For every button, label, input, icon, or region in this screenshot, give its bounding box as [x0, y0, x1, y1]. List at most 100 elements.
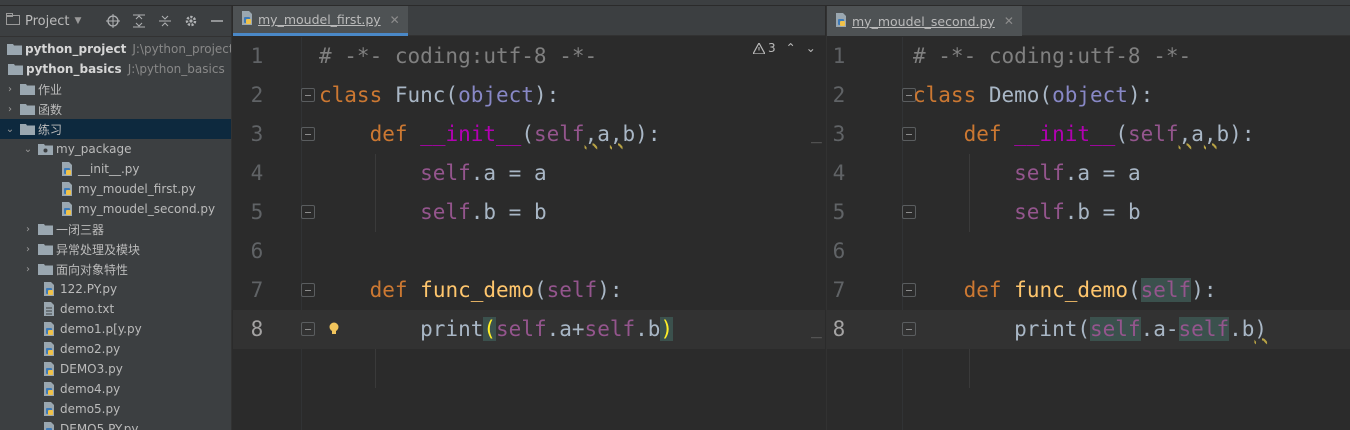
- python-file-icon: [41, 361, 57, 377]
- tree-item-init-py[interactable]: __init__.py: [0, 159, 231, 179]
- chevron-down-icon[interactable]: ⌄: [22, 144, 34, 155]
- python-file-icon: [59, 201, 75, 217]
- code-line: 5 self.b = b: [233, 193, 825, 232]
- code-line: 1 # -*- coding:utf-8 -*-: [827, 37, 1350, 76]
- code-line: 6: [233, 232, 825, 271]
- indent-guide: [375, 154, 376, 232]
- chevron-down-icon: ▼: [74, 16, 82, 26]
- tree-item-yichang[interactable]: › 异常处理及模块: [0, 239, 231, 259]
- project-tree: python_project J:\python_project python_…: [0, 37, 231, 430]
- chevron-down-icon[interactable]: ⌄: [806, 41, 816, 55]
- fold-icon[interactable]: [301, 283, 315, 297]
- line-number: 7: [250, 278, 264, 302]
- tree-item-demo4[interactable]: demo4.py: [0, 379, 231, 399]
- folder-icon: [19, 81, 35, 97]
- tree-item-demo2[interactable]: demo2.py: [0, 339, 231, 359]
- tab-my-moudel-second[interactable]: my_moudel_second.py ✕: [827, 6, 1022, 36]
- tree-item-demo-txt[interactable]: demo.txt: [0, 299, 231, 319]
- tree-item-hanshu[interactable]: › 函数: [0, 99, 231, 119]
- settings-icon[interactable]: [183, 13, 199, 29]
- chevron-right-icon[interactable]: ›: [4, 104, 16, 115]
- tree-item-python-project[interactable]: python_project J:\python_project: [0, 39, 231, 59]
- line-number: 3: [250, 122, 264, 146]
- tree-item-label: 作业: [38, 82, 63, 97]
- tree-item-label: my_moudel_first.py: [78, 182, 196, 196]
- line-number: 7: [832, 278, 846, 302]
- tree-item-label: demo.txt: [60, 302, 115, 316]
- indent-guide: [375, 349, 376, 388]
- tree-item-122-py[interactable]: 122.PY.py: [0, 279, 231, 299]
- tree-item-label: my_package: [56, 142, 132, 156]
- warning-icon: 3: [753, 41, 776, 55]
- tree-item-zuoye[interactable]: › 作业: [0, 79, 231, 99]
- code-text: # -*- coding:utf-8 -*-: [319, 44, 598, 68]
- fold-icon[interactable]: [301, 205, 315, 219]
- code-line: 2 class Func(object):: [233, 76, 825, 115]
- code-area[interactable]: 1 # -*- coding:utf-8 -*- 2 class Func(ob…: [233, 37, 825, 430]
- python-file-icon: [41, 281, 57, 297]
- tree-item-label: demo1.p[y.py: [60, 322, 142, 336]
- tree-item-label: demo4.py: [60, 382, 121, 396]
- tree-item-label: DEMO5.PY.py: [60, 422, 139, 430]
- chevron-right-icon[interactable]: ›: [22, 264, 34, 275]
- indent-guide: [969, 154, 970, 232]
- python-file-icon: [41, 421, 57, 430]
- code-text: self.a = a: [420, 161, 547, 185]
- fold-icon[interactable]: [301, 322, 315, 336]
- python-file-icon: [835, 12, 847, 30]
- folder-icon: [7, 61, 23, 77]
- code-line: 1 # -*- coding:utf-8 -*-: [233, 37, 825, 76]
- line-number: 8: [832, 317, 846, 341]
- fold-icon[interactable]: [301, 88, 315, 102]
- tree-item-demo3[interactable]: DEMO3.py: [0, 359, 231, 379]
- editor-right: my_moudel_second.py ✕ 1 # -*- coding:utf…: [826, 6, 1350, 430]
- close-icon[interactable]: ✕: [1004, 14, 1014, 28]
- python-file-icon: [41, 341, 57, 357]
- tree-item-my-moudel-first[interactable]: my_moudel_first.py: [0, 179, 231, 199]
- folder-icon: [7, 41, 22, 57]
- tab-my-moudel-first[interactable]: my_moudel_first.py ✕: [233, 6, 408, 36]
- project-icon: [6, 13, 20, 29]
- tree-item-label: 122.PY.py: [60, 282, 118, 296]
- folder-icon: [37, 221, 53, 237]
- tree-item-label: 面向对象特性: [56, 262, 129, 277]
- minimize-icon[interactable]: [209, 13, 225, 29]
- line-number: 4: [832, 161, 846, 185]
- code-text: def __init__(self,a,b):: [963, 122, 1255, 146]
- chevron-right-icon[interactable]: ›: [22, 244, 34, 255]
- tree-item-demo5[interactable]: demo5.py: [0, 399, 231, 419]
- package-icon: [37, 141, 53, 157]
- tree-item-label: demo2.py: [60, 342, 121, 356]
- code-area[interactable]: 1 # -*- coding:utf-8 -*- 2 class Demo(ob…: [827, 37, 1350, 430]
- inspection-widget[interactable]: 3 ⌃ ⌄: [753, 41, 816, 55]
- tree-item-python-basics[interactable]: python_basics J:\python_basics: [0, 59, 231, 79]
- python-file-icon: [241, 11, 253, 28]
- chevron-down-icon[interactable]: ⌄: [4, 124, 16, 135]
- tab-label: my_moudel_second.py: [852, 13, 995, 29]
- tree-item-lianxi[interactable]: ⌄ 练习: [0, 119, 231, 139]
- line-number: 1: [250, 44, 264, 68]
- tree-item-my-moudel-second[interactable]: my_moudel_second.py: [0, 199, 231, 219]
- close-icon[interactable]: ✕: [390, 13, 400, 27]
- tree-item-mianxiang[interactable]: › 面向对象特性: [0, 259, 231, 279]
- tree-item-label: demo5.py: [60, 402, 121, 416]
- chevron-right-icon[interactable]: ›: [22, 224, 34, 235]
- chevron-right-icon[interactable]: ›: [4, 84, 16, 95]
- folder-icon: [37, 261, 53, 277]
- tree-item-demo5-py-py[interactable]: DEMO5.PY.py: [0, 419, 231, 430]
- fold-icon[interactable]: [301, 127, 315, 141]
- collapse-all-icon[interactable]: [157, 13, 173, 29]
- code-text: # -*- coding:utf-8 -*-: [913, 44, 1192, 68]
- chevron-up-icon[interactable]: ⌃: [786, 41, 796, 55]
- project-view-selector[interactable]: Project ▼: [6, 13, 81, 29]
- locate-icon[interactable]: [105, 13, 121, 29]
- expand-all-icon[interactable]: [131, 13, 147, 29]
- tree-item-demo1[interactable]: demo1.p[y.py: [0, 319, 231, 339]
- line-number: 2: [250, 83, 264, 107]
- code-line: 6: [827, 232, 1350, 271]
- code-line: 4 self.a = a: [827, 154, 1350, 193]
- tree-item-label: python_basics: [26, 62, 122, 76]
- line-number: 1: [832, 44, 846, 68]
- tree-item-yibisanqi[interactable]: › 一闭三器: [0, 219, 231, 239]
- tree-item-my-package[interactable]: ⌄ my_package: [0, 139, 231, 159]
